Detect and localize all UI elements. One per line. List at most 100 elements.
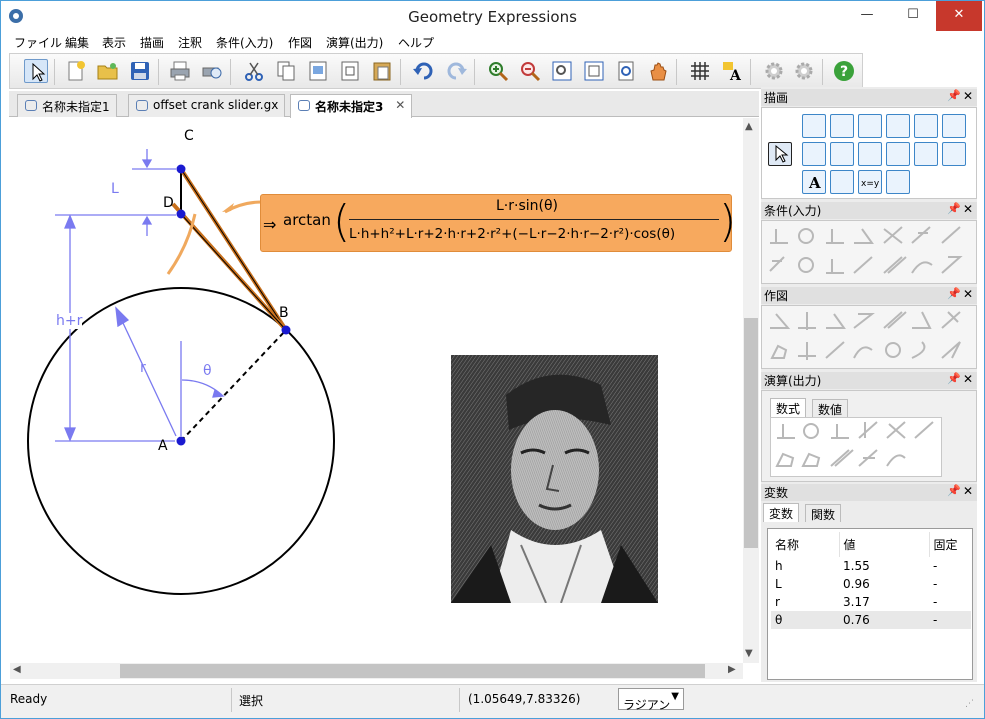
canvas-horizontal-scrollbar[interactable]: ◀ ▶ (10, 663, 743, 679)
close-panel-icon[interactable]: ✕ (963, 89, 973, 103)
help-icon[interactable]: ? (832, 59, 856, 83)
scroll-down-icon[interactable]: ▼ (745, 648, 753, 659)
scroll-right-icon[interactable]: ▶ (728, 664, 736, 675)
close-panel-icon[interactable]: ✕ (963, 484, 973, 498)
point-b[interactable] (281, 325, 291, 335)
tab-untitled3[interactable]: 名称未指定3 ✕ (290, 94, 413, 118)
grid-icon[interactable] (688, 59, 712, 83)
result-expression[interactable]: ⇒ arctan ( L·r·sin(θ) L·h+h²+L·r+2·h·r+2… (260, 194, 736, 252)
close-panel-icon[interactable]: ✕ (963, 372, 973, 386)
table-row[interactable]: L 0.96- (771, 575, 971, 593)
draw-point-icon[interactable] (802, 114, 826, 138)
print-icon[interactable] (168, 59, 192, 83)
menu-view[interactable]: 表示 (102, 34, 126, 51)
column-fixed-header[interactable]: 固定 (929, 532, 971, 557)
maximize-button[interactable]: ☐ (890, 1, 936, 31)
menu-calculate[interactable]: 演算(出力) (326, 34, 383, 51)
paste-icon[interactable] (370, 59, 394, 83)
menu-constrain[interactable]: 条件(入力) (216, 34, 273, 51)
label-h-plus-r: h+r (56, 313, 83, 329)
print-preview-icon[interactable] (200, 59, 224, 83)
menu-construct[interactable]: 作図 (288, 34, 312, 51)
draw-ray-icon[interactable] (886, 114, 910, 138)
menu-help[interactable]: ヘルプ (398, 34, 434, 51)
document-tabs: 名称未指定1 offset crank slider.gx 名称未指定3 ✕ (9, 91, 759, 118)
redo-icon[interactable] (444, 59, 468, 83)
column-name-header[interactable]: 名称 (771, 532, 840, 557)
draw-circle-icon[interactable] (942, 114, 966, 138)
close-panel-icon[interactable]: ✕ (963, 287, 973, 301)
canvas-vertical-scrollbar[interactable]: ▲ ▼ (743, 118, 759, 663)
draw-polygon-icon[interactable] (914, 142, 938, 166)
segment-ab[interactable] (180, 329, 287, 442)
draw-segment-icon[interactable] (830, 114, 854, 138)
scroll-up-icon[interactable]: ▲ (745, 121, 753, 132)
pin-icon[interactable]: 📌 (947, 372, 961, 385)
draw-hyperbola-icon[interactable] (858, 142, 882, 166)
tab-offset-crank-slider[interactable]: offset crank slider.gx (128, 94, 286, 117)
table-row[interactable]: h 1.55- (771, 557, 971, 575)
tab-symbolic[interactable]: 数式 (770, 398, 807, 417)
tab-untitled1[interactable]: 名称未指定1 (17, 94, 117, 117)
open-folder-icon[interactable] (96, 59, 120, 83)
dimension-theta[interactable] (180, 341, 225, 436)
horizontal-scroll-thumb[interactable] (120, 664, 705, 678)
menu-edit[interactable]: 編集 (65, 34, 89, 51)
select-arrow-icon[interactable] (24, 59, 48, 83)
new-file-icon[interactable] (64, 59, 88, 83)
point-d[interactable] (176, 209, 186, 219)
copy-special-icon[interactable] (338, 59, 362, 83)
draw-curve-icon[interactable] (886, 170, 910, 194)
scroll-left-icon[interactable]: ◀ (13, 664, 21, 675)
copy-icon[interactable] (274, 59, 298, 83)
draw-arc-icon[interactable] (830, 142, 854, 166)
minimize-button[interactable]: — (844, 1, 890, 31)
portrait-image[interactable] (451, 355, 658, 603)
zoom-page-icon[interactable] (614, 59, 638, 83)
menu-file[interactable]: ファイル (14, 34, 62, 51)
table-row[interactable]: r 3.17- (771, 593, 971, 611)
select-tool-icon[interactable] (768, 142, 792, 166)
close-tab-icon[interactable]: ✕ (395, 98, 405, 112)
vertical-scroll-thumb[interactable] (744, 318, 758, 548)
close-button[interactable]: ✕ (936, 1, 982, 31)
pin-icon[interactable]: 📌 (947, 287, 961, 300)
pin-icon[interactable]: 📌 (947, 89, 961, 102)
angle-unit-select[interactable]: ラジアン ▼ (618, 688, 684, 712)
copy-image-icon[interactable] (306, 59, 330, 83)
point-a[interactable] (176, 436, 186, 446)
pin-icon[interactable]: 📌 (947, 484, 961, 497)
tab-numeric[interactable]: 数値 (812, 399, 849, 417)
pin-icon[interactable]: 📌 (947, 202, 961, 215)
cut-icon[interactable] (242, 59, 266, 83)
point-c[interactable] (176, 164, 186, 174)
table-row[interactable]: θ 0.76- (771, 611, 971, 629)
zoom-out-icon[interactable] (518, 59, 542, 83)
resize-grip-icon[interactable]: ⋰ (965, 699, 974, 709)
tab-functions[interactable]: 関数 (805, 504, 842, 522)
zoom-fit-icon[interactable] (582, 59, 606, 83)
zoom-box-icon[interactable] (550, 59, 574, 83)
close-panel-icon[interactable]: ✕ (963, 202, 973, 216)
pan-hand-icon[interactable] (646, 59, 670, 83)
undo-icon[interactable] (412, 59, 436, 83)
draw-triangle-icon[interactable] (914, 114, 938, 138)
draw-line-icon[interactable] (858, 114, 882, 138)
draw-text-icon[interactable]: A (802, 170, 826, 194)
draw-panel: A x=y (761, 107, 977, 199)
menu-annotate[interactable]: 注釈 (178, 34, 202, 51)
settings-gear-alt-icon[interactable] (792, 59, 816, 83)
draw-ellipse-icon[interactable] (802, 142, 826, 166)
draw-vector-icon[interactable] (942, 142, 966, 166)
draw-parabola-icon[interactable] (886, 142, 910, 166)
draw-function-icon[interactable]: x=y (858, 170, 882, 194)
dimension-r[interactable] (115, 306, 177, 437)
zoom-in-icon[interactable] (486, 59, 510, 83)
menu-draw[interactable]: 描画 (140, 34, 164, 51)
column-value-header[interactable]: 値 (839, 532, 930, 557)
save-icon[interactable] (128, 59, 152, 83)
tab-variables[interactable]: 変数 (763, 503, 800, 522)
settings-gear-icon[interactable] (762, 59, 786, 83)
text-style-icon[interactable]: A (720, 59, 744, 84)
draw-image-icon[interactable] (830, 170, 854, 194)
